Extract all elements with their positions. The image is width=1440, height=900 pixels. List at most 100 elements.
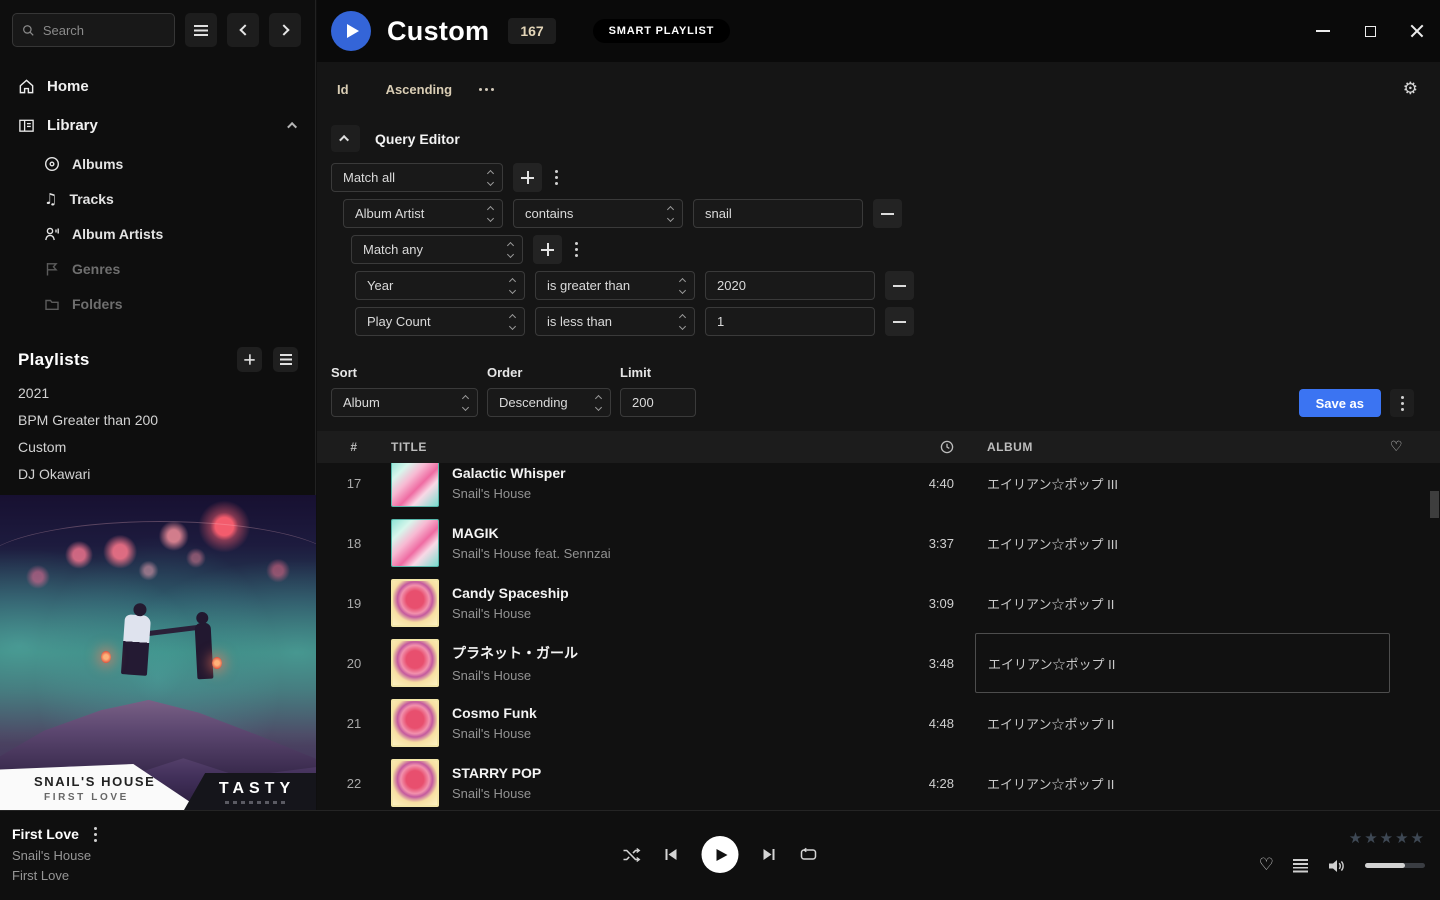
sort-field-button[interactable]: Id (337, 82, 349, 97)
playlist-item[interactable]: BPM Greater than 200 (18, 412, 297, 428)
star-icon[interactable]: ★ (1380, 831, 1393, 846)
close-button[interactable] (1409, 23, 1425, 39)
match-select[interactable]: Match any (351, 235, 523, 264)
track-row[interactable]: 17 Galactic WhisperSnail's House 4:40 エイ… (317, 463, 1440, 513)
repeat-button[interactable] (800, 847, 818, 862)
lantern-string (0, 521, 316, 611)
rule-operator-select[interactable]: is less than (535, 307, 695, 336)
track-title: プラネット・ガール (452, 643, 894, 663)
limit-label: Limit (620, 365, 696, 380)
rule-field-select[interactable]: Album Artist (343, 199, 503, 228)
previous-button[interactable] (664, 847, 679, 862)
star-icon[interactable]: ★ (1364, 831, 1377, 846)
add-playlist-button[interactable] (237, 347, 262, 372)
sort-order-button[interactable]: Ascending (386, 82, 452, 97)
rule-value-input[interactable] (693, 199, 863, 228)
order-select-value: Descending (499, 395, 568, 410)
sidebar-item-genres[interactable]: Genres (44, 258, 315, 279)
sidebar-item-folders[interactable]: Folders (44, 293, 315, 314)
next-button[interactable] (762, 847, 777, 862)
sidebar-item-home[interactable]: Home (0, 67, 315, 106)
order-select[interactable]: Descending (487, 388, 611, 417)
track-album: エイリアン☆ポップ II (975, 573, 1390, 633)
track-row[interactable]: 20 プラネット・ガールSnail's House 3:48 エイリアン☆ポップ… (317, 633, 1440, 693)
query-collapse-button[interactable] (331, 125, 360, 152)
column-index[interactable]: # (317, 440, 391, 454)
play-playlist-button[interactable] (331, 11, 371, 51)
track-row[interactable]: 21 Cosmo FunkSnail's House 4:48 エイリアン☆ポッ… (317, 693, 1440, 753)
track-row[interactable]: 22 STARRY POPSnail's House 4:28 エイリアン☆ポッ… (317, 753, 1440, 813)
sidebar-item-tracks[interactable]: ♫ Tracks (44, 188, 315, 209)
rule-field-select[interactable]: Year (355, 271, 525, 300)
sidebar-item-library[interactable]: Library (0, 106, 315, 145)
track-duration: 4:28 (894, 776, 954, 791)
collapse-chevron-icon[interactable] (287, 122, 297, 132)
sort-select[interactable]: Album (331, 388, 478, 417)
column-title[interactable]: TITLE (391, 440, 894, 454)
rule-operator-select[interactable]: contains (513, 199, 683, 228)
nav-back-button[interactable] (227, 13, 259, 47)
play-icon (716, 849, 727, 861)
scrollbar-thumb[interactable] (1430, 491, 1439, 518)
column-duration[interactable] (894, 440, 954, 454)
volume-slider[interactable] (1365, 863, 1425, 868)
save-as-button[interactable]: Save as (1299, 389, 1381, 417)
column-album[interactable]: ALBUM (975, 440, 1390, 454)
track-row[interactable]: 18 MAGIKSnail's House feat. Sennzai 3:37… (317, 513, 1440, 573)
select-caret-icon (510, 315, 515, 329)
limit-input[interactable] (620, 388, 696, 417)
playlist-item[interactable]: DJ Okawari (18, 466, 297, 482)
now-playing-menu-button[interactable] (94, 827, 97, 842)
select-caret-icon (680, 315, 685, 329)
query-menu-button[interactable] (1390, 389, 1414, 417)
match-select[interactable]: Match all (331, 163, 503, 192)
favorite-button[interactable]: ♡ (1259, 857, 1274, 874)
figure-woman (195, 623, 214, 680)
rule-operator-select[interactable]: is greater than (535, 271, 695, 300)
query-editor: Query Editor Match all Album Artist cont… (317, 117, 1440, 417)
now-playing-title: First Love (12, 826, 79, 842)
menu-button[interactable] (185, 13, 217, 47)
remove-rule-button[interactable] (885, 307, 914, 336)
track-art-thumbnail (391, 579, 439, 627)
group-menu-button[interactable] (555, 170, 558, 185)
rule-field-select[interactable]: Play Count (355, 307, 525, 336)
volume-icon[interactable] (1327, 858, 1346, 874)
column-favorite[interactable]: ♡ (1390, 439, 1440, 455)
rule-value-input[interactable] (705, 271, 875, 300)
rule-operator-value: is less than (547, 314, 612, 329)
add-rule-button[interactable] (533, 235, 562, 264)
queue-button[interactable] (1293, 859, 1308, 873)
add-rule-button[interactable] (513, 163, 542, 192)
maximize-button[interactable] (1362, 23, 1378, 39)
now-playing-album-art[interactable]: SNAIL'S HOUSE FIRST LOVE TASTY (0, 495, 316, 810)
track-album-selected-cell[interactable]: エイリアン☆ポップ II (975, 633, 1390, 693)
playlist-list-button[interactable] (273, 347, 298, 372)
search-input[interactable] (43, 23, 165, 38)
rule-value-input[interactable] (705, 307, 875, 336)
minimize-button[interactable] (1315, 23, 1331, 39)
search-box[interactable] (12, 13, 175, 47)
minus-icon (893, 285, 906, 287)
track-number: 17 (317, 476, 391, 491)
remove-rule-button[interactable] (885, 271, 914, 300)
play-pause-button[interactable] (702, 836, 739, 873)
playlist-item[interactable]: 2021 (18, 385, 297, 401)
remove-rule-button[interactable] (873, 199, 902, 228)
track-artist: Snail's House feat. Sennzai (452, 546, 894, 561)
minus-icon (881, 213, 894, 215)
more-options-button[interactable] (479, 88, 494, 91)
sidebar-item-albums[interactable]: Albums (44, 153, 315, 174)
settings-gear-icon[interactable]: ⚙ (1403, 81, 1418, 98)
star-icon[interactable]: ★ (1395, 831, 1408, 846)
repeat-icon (800, 847, 818, 862)
shuffle-button[interactable] (623, 847, 641, 863)
sidebar-item-album-artists[interactable]: Album Artists (44, 223, 315, 244)
group-menu-button[interactable] (575, 242, 578, 257)
track-row[interactable]: 19 Candy SpaceshipSnail's House 3:09 エイリ… (317, 573, 1440, 633)
nav-forward-button[interactable] (269, 13, 301, 47)
star-icon[interactable]: ★ (1349, 831, 1362, 846)
search-icon (22, 23, 35, 38)
star-icon[interactable]: ★ (1411, 831, 1424, 846)
playlist-item[interactable]: Custom (18, 439, 297, 455)
